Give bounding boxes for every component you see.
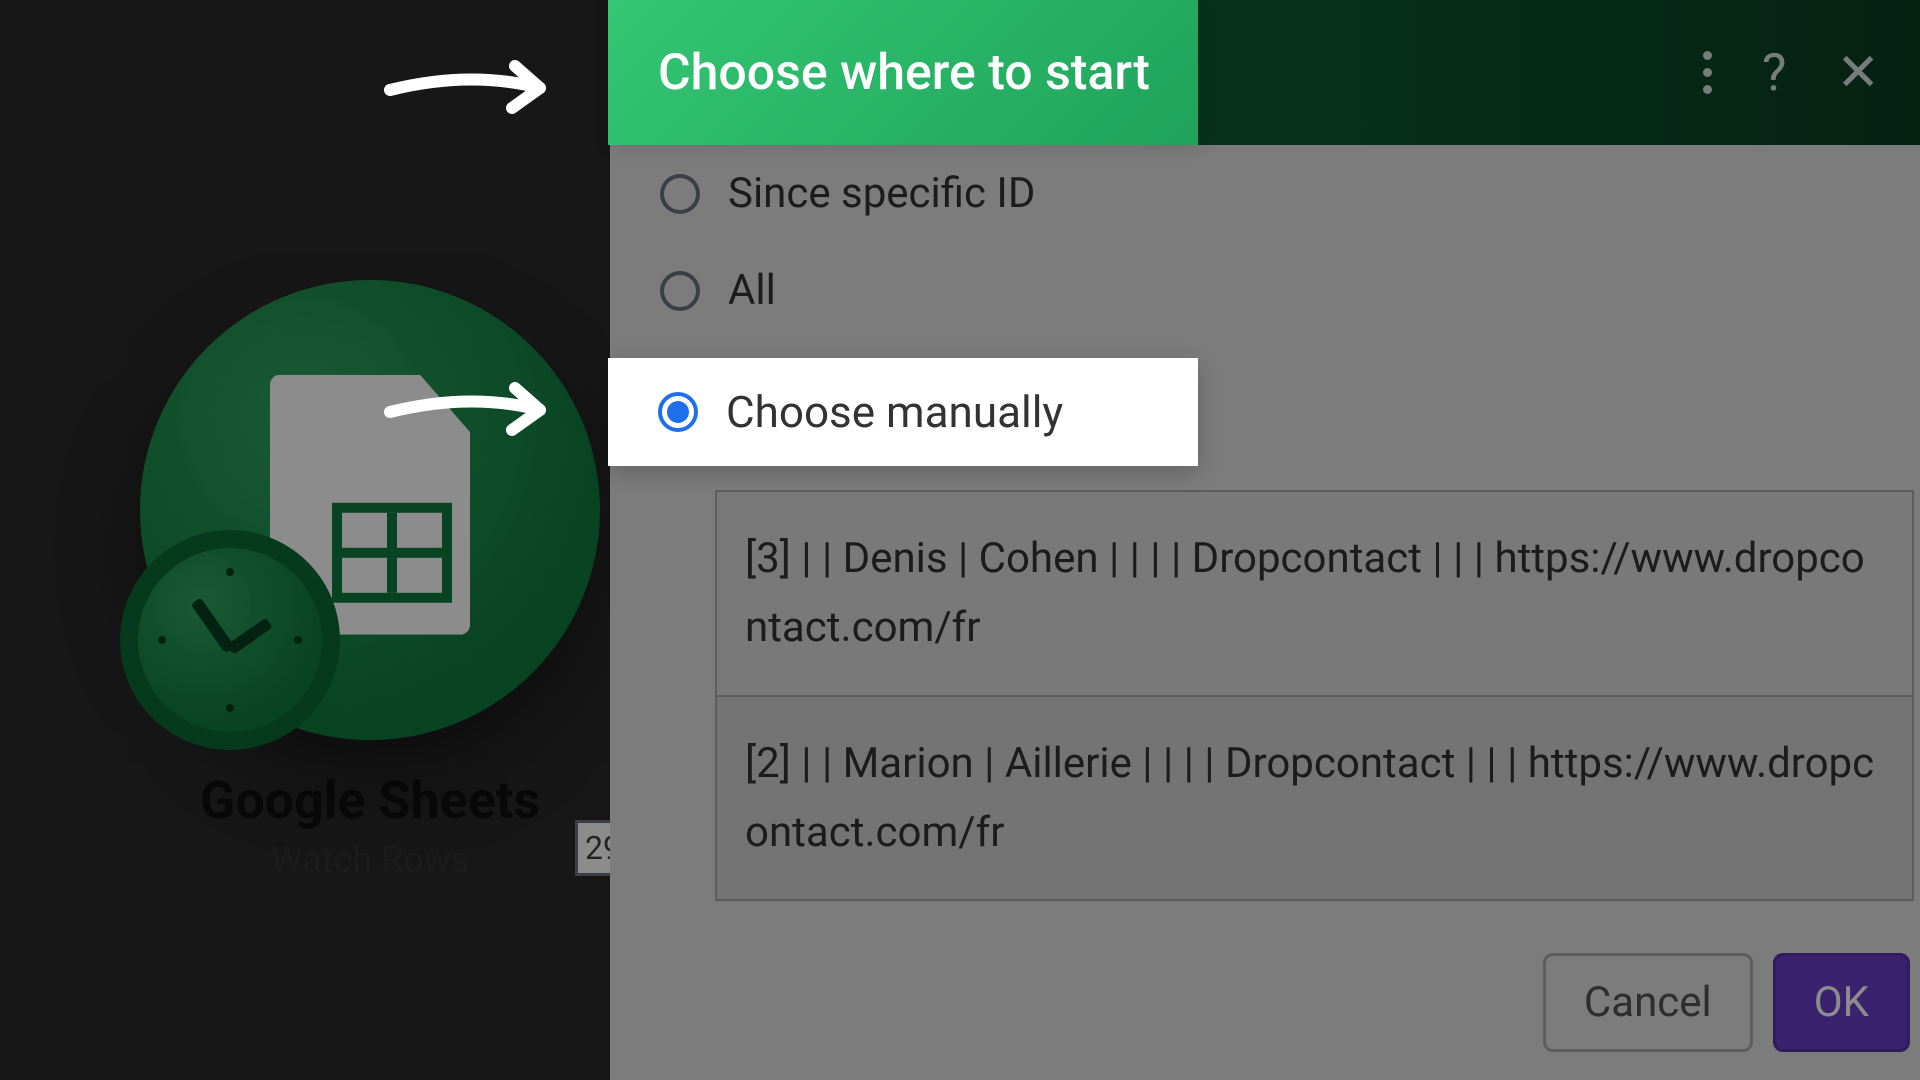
dialog-title-tab: Choose where to start — [608, 0, 1198, 145]
radio-label: All — [728, 266, 776, 315]
module-subtitle: Watch Rows — [120, 839, 620, 881]
module-card: Google Sheets Watch Rows — [120, 280, 620, 881]
radio-option-all[interactable]: All — [610, 242, 1920, 339]
dialog-title: Choose where to start — [658, 44, 1150, 102]
module-title: Google Sheets — [120, 770, 620, 831]
annotation-arrow-icon — [380, 50, 570, 120]
manual-row-list: [3] | | Denis | Cohen | | | | Dropcontac… — [715, 490, 1914, 901]
radio-icon — [660, 271, 700, 311]
radio-label: Since specific ID — [728, 169, 1035, 218]
help-icon[interactable]: ? — [1762, 42, 1787, 103]
radio-option-manual[interactable]: Choose manually — [608, 358, 1198, 466]
cancel-button[interactable]: Cancel — [1543, 953, 1753, 1052]
radio-option-since-id[interactable]: Since specific ID — [610, 145, 1920, 242]
dialog-footer: Cancel OK — [1543, 953, 1910, 1052]
clock-badge — [120, 530, 340, 750]
radio-icon-selected — [658, 392, 698, 432]
radio-icon — [660, 174, 700, 214]
kebab-menu-icon[interactable] — [1703, 51, 1712, 94]
data-row[interactable]: [2] | | Marion | Aillerie | | | | Dropco… — [715, 697, 1914, 902]
close-icon[interactable]: ✕ — [1836, 42, 1880, 103]
data-row[interactable]: [3] | | Denis | Cohen | | | | Dropcontac… — [715, 490, 1914, 697]
ok-button[interactable]: OK — [1773, 953, 1910, 1052]
radio-label: Choose manually — [726, 386, 1063, 438]
module-circle — [140, 280, 600, 740]
